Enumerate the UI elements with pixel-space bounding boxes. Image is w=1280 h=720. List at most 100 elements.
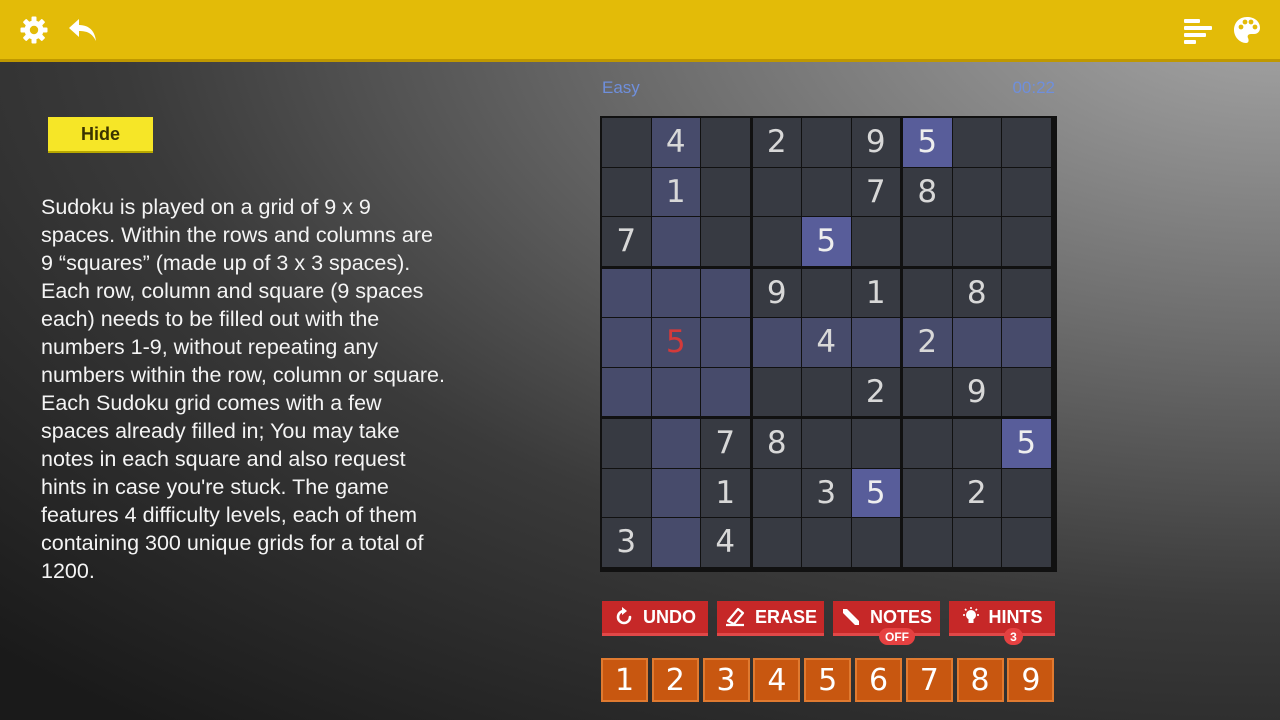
grid-cell-r6c6[interactable]: 2 <box>851 367 900 416</box>
grid-cell-r8c9[interactable] <box>1002 468 1051 517</box>
grid-cell-r5c7[interactable]: 2 <box>903 318 952 367</box>
grid-cell-r8c1[interactable] <box>602 468 651 517</box>
grid-cell-r1c4[interactable]: 2 <box>752 118 801 167</box>
grid-cell-r6c9[interactable] <box>1002 367 1051 416</box>
grid-cell-r7c6[interactable] <box>851 419 900 468</box>
grid-cell-r9c5[interactable] <box>802 518 851 567</box>
grid-cell-r4c7[interactable] <box>903 268 952 317</box>
grid-cell-r8c6[interactable]: 5 <box>851 468 900 517</box>
grid-cell-r8c7[interactable] <box>903 468 952 517</box>
grid-cell-r6c8[interactable]: 9 <box>952 367 1001 416</box>
grid-cell-r3c4[interactable] <box>752 217 801 266</box>
grid-cell-r4c8[interactable]: 8 <box>952 268 1001 317</box>
grid-cell-r3c5[interactable]: 5 <box>802 217 851 266</box>
grid-cell-r5c2[interactable]: 5 <box>651 318 700 367</box>
grid-cell-r9c1[interactable]: 3 <box>602 518 651 567</box>
grid-cell-r6c5[interactable] <box>802 367 851 416</box>
number-pad: 123456789 <box>601 658 1055 702</box>
grid-cell-r3c3[interactable] <box>701 217 750 266</box>
grid-cell-r1c6[interactable]: 9 <box>851 118 900 167</box>
grid-cell-r6c1[interactable] <box>602 367 651 416</box>
hide-button[interactable]: Hide <box>48 117 153 151</box>
grid-cell-r4c5[interactable] <box>802 268 851 317</box>
grid-cell-r7c4[interactable]: 8 <box>752 419 801 468</box>
grid-cell-r5c9[interactable] <box>1002 318 1051 367</box>
grid-cell-r9c7[interactable] <box>903 518 952 567</box>
grid-cell-r9c2[interactable] <box>651 518 700 567</box>
grid-cell-r5c6[interactable] <box>851 318 900 367</box>
grid-cell-r6c2[interactable] <box>651 367 700 416</box>
grid-cell-r6c4[interactable] <box>752 367 801 416</box>
grid-cell-r2c3[interactable] <box>701 167 750 216</box>
grid-cell-r4c6[interactable]: 1 <box>851 268 900 317</box>
grid-cell-r4c3[interactable] <box>701 268 750 317</box>
grid-cell-r1c7[interactable]: 5 <box>903 118 952 167</box>
grid-cell-r2c8[interactable] <box>952 167 1001 216</box>
palette-icon[interactable] <box>1230 12 1264 48</box>
grid-cell-r9c9[interactable] <box>1002 518 1051 567</box>
undo-button[interactable]: UNDO <box>602 601 708 636</box>
grid-cell-r7c3[interactable]: 7 <box>701 419 750 468</box>
grid-cell-r8c3[interactable]: 1 <box>701 468 750 517</box>
grid-cell-r8c4[interactable] <box>752 468 801 517</box>
grid-cell-r5c1[interactable] <box>602 318 651 367</box>
gear-icon[interactable] <box>17 12 51 48</box>
grid-cell-r7c8[interactable] <box>952 419 1001 468</box>
grid-cell-r7c1[interactable] <box>602 419 651 468</box>
grid-cell-r9c3[interactable]: 4 <box>701 518 750 567</box>
grid-cell-r7c9[interactable]: 5 <box>1002 419 1051 468</box>
numpad-button-2[interactable]: 2 <box>651 658 699 702</box>
grid-cell-r1c8[interactable] <box>952 118 1001 167</box>
numpad-button-1[interactable]: 1 <box>601 658 648 702</box>
grid-cell-r2c2[interactable]: 1 <box>651 167 700 216</box>
grid-cell-r8c2[interactable] <box>651 468 700 517</box>
grid-cell-r2c6[interactable]: 7 <box>851 167 900 216</box>
grid-cell-r8c5[interactable]: 3 <box>802 468 851 517</box>
grid-cell-r3c7[interactable] <box>903 217 952 266</box>
grid-cell-r1c9[interactable] <box>1002 118 1051 167</box>
numpad-button-7[interactable]: 7 <box>905 658 953 702</box>
grid-cell-r5c4[interactable] <box>752 318 801 367</box>
numpad-button-8[interactable]: 8 <box>956 658 1004 702</box>
numpad-button-9[interactable]: 9 <box>1007 658 1055 702</box>
hints-count-badge: 3 <box>1004 628 1023 645</box>
erase-button[interactable]: ERASE <box>717 601 824 636</box>
hints-button[interactable]: HINTS <box>949 601 1055 636</box>
grid-cell-r4c4[interactable]: 9 <box>752 268 801 317</box>
grid-cell-r7c5[interactable] <box>802 419 851 468</box>
grid-cell-r1c2[interactable]: 4 <box>651 118 700 167</box>
grid-cell-r3c6[interactable] <box>851 217 900 266</box>
grid-cell-r5c8[interactable] <box>952 318 1001 367</box>
grid-cell-r7c7[interactable] <box>903 419 952 468</box>
grid-cell-r6c7[interactable] <box>903 367 952 416</box>
grid-cell-r3c8[interactable] <box>952 217 1001 266</box>
grid-cell-r2c9[interactable] <box>1002 167 1051 216</box>
grid-cell-r3c2[interactable] <box>651 217 700 266</box>
grid-cell-r2c5[interactable] <box>802 167 851 216</box>
grid-cell-r2c4[interactable] <box>752 167 801 216</box>
grid-cell-r1c5[interactable] <box>802 118 851 167</box>
grid-cell-r2c7[interactable]: 8 <box>903 167 952 216</box>
grid-cell-r4c9[interactable] <box>1002 268 1051 317</box>
grid-cell-r9c8[interactable] <box>952 518 1001 567</box>
grid-cell-r1c3[interactable] <box>701 118 750 167</box>
grid-cell-r5c5[interactable]: 4 <box>802 318 851 367</box>
numpad-button-5[interactable]: 5 <box>804 658 852 702</box>
grid-cell-r8c8[interactable]: 2 <box>952 468 1001 517</box>
grid-cell-r2c1[interactable] <box>602 167 651 216</box>
grid-cell-r4c2[interactable] <box>651 268 700 317</box>
grid-cell-r6c3[interactable] <box>701 367 750 416</box>
numpad-button-4[interactable]: 4 <box>753 658 801 702</box>
grid-cell-r9c4[interactable] <box>752 518 801 567</box>
undo-arrow-icon[interactable] <box>66 12 100 48</box>
grid-cell-r5c3[interactable] <box>701 318 750 367</box>
grid-cell-r9c6[interactable] <box>851 518 900 567</box>
list-icon[interactable] <box>1181 12 1215 48</box>
grid-cell-r7c2[interactable] <box>651 419 700 468</box>
grid-cell-r4c1[interactable] <box>602 268 651 317</box>
numpad-button-3[interactable]: 3 <box>702 658 750 702</box>
grid-cell-r3c1[interactable]: 7 <box>602 217 651 266</box>
grid-cell-r1c1[interactable] <box>602 118 651 167</box>
grid-cell-r3c9[interactable] <box>1002 217 1051 266</box>
numpad-button-6[interactable]: 6 <box>855 658 902 702</box>
